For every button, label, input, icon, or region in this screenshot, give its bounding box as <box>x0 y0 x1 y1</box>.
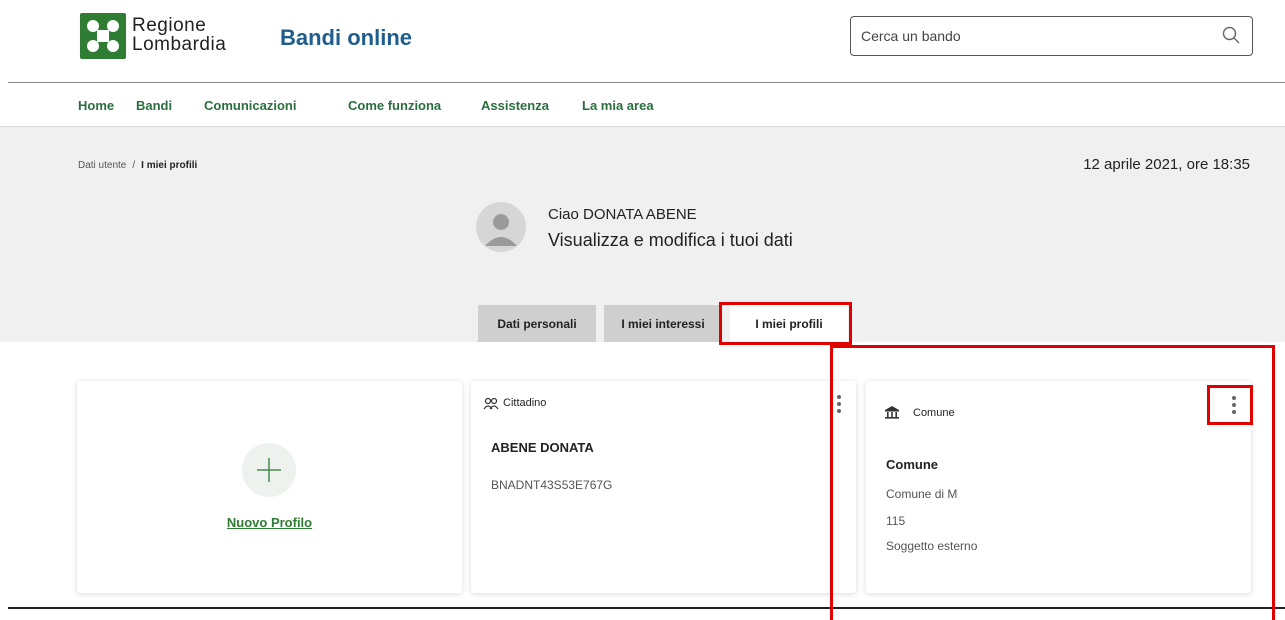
profile-header-band: Dati utente / I miei profili 12 aprile 202… <box>0 127 1285 342</box>
profile-menu-icon[interactable] <box>834 393 844 417</box>
nav-item-come-funziona[interactable]: Come funziona <box>348 98 441 113</box>
regione-lombardia-logo-icon[interactable] <box>80 13 126 59</box>
site-header: Regione Lombardia Bandi online <box>0 0 1285 82</box>
content-bottom-divider <box>8 607 1285 609</box>
page-subtitle: Visualizza e modifica i tuoi dati <box>548 230 793 250</box>
nav-item-home[interactable]: Home <box>78 98 114 113</box>
highlight-menu-annotation <box>1207 385 1253 425</box>
breadcrumb: Dati utente / I miei profili <box>78 160 197 171</box>
annotation-line-horizontal <box>830 345 1275 348</box>
profile-type-label: Comune <box>913 407 955 419</box>
town-hall-icon <box>884 405 900 424</box>
tab-dati-personali[interactable]: Dati personali <box>478 305 596 342</box>
breadcrumb-current: I miei profili <box>141 160 198 171</box>
app-title[interactable]: Bandi online <box>280 25 412 51</box>
profile-name: Comune <box>886 457 938 472</box>
highlight-tab-annotation <box>719 302 852 345</box>
people-icon <box>483 396 499 415</box>
logo-text: Regione Lombardia <box>132 16 226 54</box>
search-box <box>850 16 1253 56</box>
current-datetime: 12 aprile 2021, ore 18:35 <box>1083 156 1250 173</box>
logo-line-1: Regione <box>132 15 207 36</box>
profile-fiscal-code: BNADNT43S53E767G <box>491 478 613 492</box>
avatar <box>476 202 526 252</box>
annotation-line-vertical-left <box>830 345 833 620</box>
profile-type-label: Cittadino <box>503 397 547 409</box>
profile-card-cittadino[interactable]: Cittadino ABENE DONATA BNADNT43S53E767G <box>471 381 856 593</box>
profile-name: ABENE DONATA <box>491 440 594 455</box>
breadcrumb-separator: / <box>132 160 136 171</box>
nav-item-la-mia-area[interactable]: La mia area <box>582 98 654 113</box>
new-profile-link[interactable]: Nuovo Profilo <box>77 515 462 530</box>
main-nav: Home Bandi Comunicazioni Come funziona A… <box>0 83 1285 127</box>
logo-line-2: Lombardia <box>132 34 227 55</box>
breadcrumb-parent[interactable]: Dati utente <box>78 160 126 171</box>
nav-item-comunicazioni[interactable]: Comunicazioni <box>204 98 296 113</box>
profile-card-comune[interactable]: Comune Comune Comune di M 115 Soggetto e… <box>866 381 1251 593</box>
nav-item-assistenza[interactable]: Assistenza <box>481 98 549 113</box>
new-profile-card[interactable]: Nuovo Profilo <box>77 381 462 593</box>
search-input[interactable] <box>861 26 1201 46</box>
plus-icon[interactable] <box>242 443 296 497</box>
search-icon[interactable] <box>1222 26 1240 49</box>
annotation-line-vertical-right <box>1272 345 1275 620</box>
tab-i-miei-interessi[interactable]: I miei interessi <box>604 305 722 342</box>
user-avatar-icon <box>485 214 517 246</box>
profile-detail-3: Soggetto esterno <box>886 539 978 553</box>
user-greeting: Ciao DONATA ABENE <box>548 206 697 223</box>
profile-detail-2: 115 <box>886 514 906 528</box>
profile-detail-1: Comune di M <box>886 487 958 501</box>
nav-item-bandi[interactable]: Bandi <box>136 98 172 113</box>
